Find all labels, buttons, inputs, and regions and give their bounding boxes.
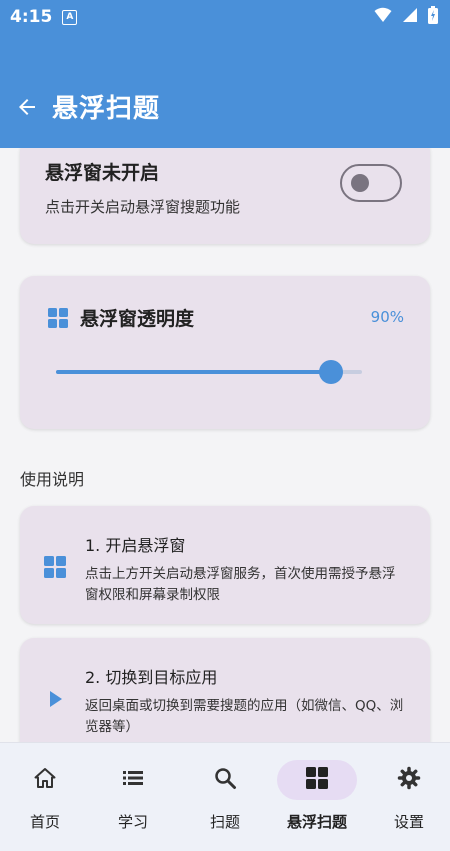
signal-icon (402, 7, 418, 27)
step-description: 返回桌面或切换到需要搜题的应用（如微信、QQ、浏览器等） (85, 698, 404, 735)
step-title: 1. 开启悬浮窗 (85, 536, 186, 555)
opacity-card: 悬浮窗透明度 90% (20, 276, 430, 429)
nav-label: 扫题 (209, 813, 240, 831)
nav-item-scan[interactable]: 扫题 (180, 743, 270, 851)
slider-fill (56, 370, 332, 374)
nav-label: 学习 (117, 813, 148, 831)
float-toggle-card: 悬浮窗未开启 点击开关启动悬浮窗搜题功能 (20, 148, 430, 244)
nav-pill (185, 760, 265, 800)
nav-pill (277, 760, 357, 800)
status-bar: 4:15 A (0, 0, 450, 34)
opacity-value: 90% (370, 308, 404, 326)
nav-label: 设置 (393, 813, 424, 831)
back-button[interactable] (10, 92, 44, 126)
battery-icon (428, 6, 438, 28)
nav-item-settings[interactable]: 设置 (364, 743, 450, 851)
nav-label: 悬浮扫题 (286, 813, 347, 831)
nav-pill (5, 760, 85, 800)
play-icon (44, 688, 66, 714)
opacity-slider[interactable] (56, 358, 362, 388)
wifi-icon (374, 7, 392, 27)
switch-knob (351, 174, 369, 192)
nav-item-home[interactable]: 首页 (0, 743, 90, 851)
app-bar: 悬浮扫题 (0, 34, 450, 148)
notification-icon: A (62, 9, 78, 25)
gear-icon (397, 766, 421, 794)
step-description: 点击上方开关启动悬浮窗服务，首次使用需授予悬浮窗权限和屏幕录制权限 (85, 566, 396, 603)
instruction-step-card: 2. 切换到目标应用 返回桌面或切换到需要搜题的应用（如微信、QQ、浏览器等） (20, 638, 430, 742)
grid-icon (48, 308, 68, 332)
step-title: 2. 切换到目标应用 (85, 668, 218, 687)
bottom-nav: 首页 学习 扫题 悬浮扫题 设置 (0, 742, 450, 851)
opacity-title: 悬浮窗透明度 (80, 308, 195, 330)
page-title: 悬浮扫题 (52, 94, 161, 124)
instructions-heading: 使用说明 (20, 470, 85, 489)
list-icon (121, 766, 145, 794)
nav-pill (93, 760, 173, 800)
float-toggle-description: 点击开关启动悬浮窗搜题功能 (45, 198, 241, 216)
content-area[interactable]: 悬浮窗未开启 点击开关启动悬浮窗搜题功能 悬浮窗透明度 90% 使用说明 1. … (0, 148, 450, 742)
search-icon (213, 766, 237, 794)
nav-item-study[interactable]: 学习 (88, 743, 178, 851)
grid-icon (44, 556, 66, 582)
grid-icon (306, 767, 328, 793)
nav-item-float-scan[interactable]: 悬浮扫题 (272, 743, 362, 851)
slider-thumb[interactable] (319, 360, 344, 384)
status-time: 4:15 (10, 7, 53, 27)
nav-pill (369, 760, 449, 800)
home-icon (33, 766, 57, 794)
float-toggle-title: 悬浮窗未开启 (45, 162, 160, 184)
nav-label: 首页 (29, 813, 60, 831)
float-toggle-switch[interactable] (340, 164, 402, 202)
instruction-step-card: 1. 开启悬浮窗 点击上方开关启动悬浮窗服务，首次使用需授予悬浮窗权限和屏幕录制… (20, 506, 430, 624)
arrow-left-icon (15, 95, 39, 123)
